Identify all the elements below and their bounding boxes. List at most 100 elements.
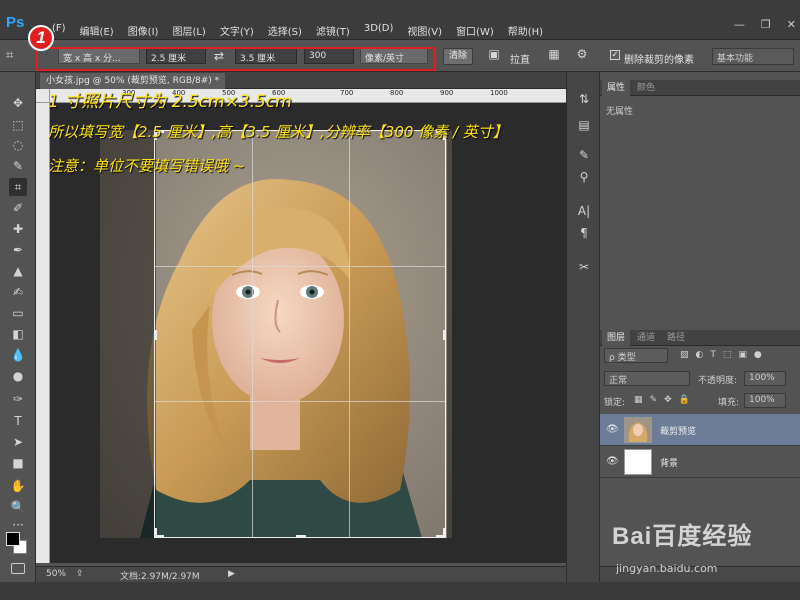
path-select-icon[interactable]: ➤ bbox=[9, 433, 27, 451]
shape-tool-icon[interactable]: ■ bbox=[9, 454, 27, 472]
visibility-eye-icon[interactable]: 👁 bbox=[606, 456, 619, 467]
brush-panel-icon[interactable]: ✎ bbox=[575, 146, 593, 164]
no-properties-text: 无属性 bbox=[606, 107, 634, 117]
layer-thumbnail bbox=[624, 417, 652, 443]
eraser-tool-icon[interactable]: ▭ bbox=[9, 304, 27, 322]
type-tool-icon[interactable]: T bbox=[9, 412, 27, 430]
clone-source-icon[interactable]: ⚲ bbox=[575, 168, 593, 186]
watermark-brand: Bai百度经验 bbox=[612, 523, 753, 550]
lock-paint-icon[interactable]: ✎ bbox=[650, 395, 658, 405]
fill-input[interactable]: 100% bbox=[744, 393, 786, 408]
filter-smart-icon[interactable]: ▣ bbox=[738, 350, 747, 360]
brush-tool-icon[interactable]: ✒ bbox=[9, 241, 27, 259]
filter-shape-icon[interactable]: ⬚ bbox=[723, 350, 732, 360]
panel-icon-dock: ⇅ ▤ ✎ ⚲ A| ¶ ✂ bbox=[566, 72, 600, 582]
menu-help[interactable]: 帮助(H) bbox=[508, 23, 543, 38]
restore-icon[interactable]: ❐ bbox=[761, 18, 771, 31]
taskbar-strip bbox=[0, 582, 800, 600]
crop-frame[interactable] bbox=[154, 130, 446, 538]
stamp-tool-icon[interactable]: ▲ bbox=[9, 262, 27, 280]
lock-transparent-icon[interactable]: ▦ bbox=[634, 395, 643, 405]
marquee-tool-icon[interactable]: ⬚ bbox=[9, 116, 27, 134]
hand-tool-icon[interactable]: ✋ bbox=[9, 477, 27, 495]
menu-select[interactable]: 选择(S) bbox=[268, 23, 302, 38]
zoom-level[interactable]: 50% bbox=[46, 569, 66, 579]
filter-pixel-icon[interactable]: ▨ bbox=[680, 350, 689, 360]
crop-handle-right[interactable] bbox=[443, 330, 446, 340]
history-brush-icon[interactable]: ✍ bbox=[9, 283, 27, 301]
tab-channels[interactable]: 通道 bbox=[632, 330, 660, 346]
lock-all-icon[interactable]: 🔒 bbox=[679, 395, 690, 405]
filter-adjust-icon[interactable]: ◐ bbox=[696, 350, 704, 360]
menu-3d[interactable]: 3D(D) bbox=[364, 23, 394, 38]
pen-tool-icon[interactable]: ✑ bbox=[9, 390, 27, 408]
share-icon[interactable]: ⇪ bbox=[76, 569, 84, 579]
filter-toggle-icon[interactable]: ● bbox=[754, 350, 762, 360]
overlay-grid-icon[interactable]: ▦ bbox=[546, 47, 562, 63]
menu-view[interactable]: 视图(V) bbox=[407, 23, 442, 38]
layer-name[interactable]: 裁剪预览 bbox=[660, 424, 696, 437]
menu-layer[interactable]: 图层(L) bbox=[172, 23, 205, 38]
lasso-tool-icon[interactable]: ◌ bbox=[9, 136, 27, 154]
workspace-select[interactable]: 基本功能 bbox=[712, 48, 794, 65]
ruler-tick: 700 bbox=[340, 89, 354, 97]
ruler-tick: 900 bbox=[440, 89, 454, 97]
dodge-tool-icon[interactable]: ● bbox=[9, 367, 27, 385]
tab-paths[interactable]: 路径 bbox=[662, 330, 690, 346]
filter-type-icon[interactable]: T bbox=[710, 350, 716, 360]
layer-row-background[interactable]: 👁 背景 bbox=[600, 446, 800, 478]
character-panel-icon[interactable]: A| bbox=[575, 202, 593, 220]
zoom-tool-icon[interactable]: 🔍 bbox=[9, 498, 27, 516]
portrait-thumbnail bbox=[625, 418, 651, 442]
menu-window[interactable]: 窗口(W) bbox=[456, 23, 494, 38]
blend-mode-select[interactable]: 正常 bbox=[604, 371, 690, 386]
lock-move-icon[interactable]: ✥ bbox=[664, 395, 672, 405]
clear-button[interactable]: 清除 bbox=[443, 48, 473, 65]
menu-filter[interactable]: 滤镜(T) bbox=[316, 23, 350, 38]
quick-select-tool-icon[interactable]: ✎ bbox=[9, 157, 27, 175]
menu-file[interactable]: (F) bbox=[52, 23, 66, 38]
foreground-color-swatch[interactable] bbox=[6, 532, 20, 546]
layers-tabs: 图层 通道 路径 bbox=[600, 330, 800, 346]
status-bar: 50% ⇪ 文档:2.97M/2.97M ▶ bbox=[36, 566, 566, 582]
crop-handle-bl-v[interactable] bbox=[154, 528, 157, 538]
quick-mask-icon[interactable] bbox=[11, 563, 25, 574]
menu-edit[interactable]: 编辑(E) bbox=[80, 23, 114, 38]
tool-presets-icon[interactable]: ✂ bbox=[575, 258, 593, 276]
history-panel-icon[interactable]: ⇅ bbox=[575, 90, 593, 108]
straighten-icon[interactable]: ▣ bbox=[486, 47, 502, 63]
close-icon[interactable]: ✕ bbox=[787, 18, 796, 31]
tab-layers[interactable]: 图层 bbox=[602, 330, 631, 346]
straighten-label[interactable]: 拉直 bbox=[510, 51, 530, 66]
settings-gear-icon[interactable]: ⚙ bbox=[574, 47, 590, 63]
crop-handle-left[interactable] bbox=[154, 330, 157, 340]
layer-name[interactable]: 背景 bbox=[660, 456, 678, 469]
blur-tool-icon[interactable]: 💧 bbox=[9, 346, 27, 364]
delete-cropped-checkbox[interactable]: ✓ bbox=[610, 50, 620, 60]
move-tool-icon[interactable]: ✥ bbox=[9, 94, 27, 112]
layer-row-crop-preview[interactable]: 👁 裁剪预览 bbox=[600, 414, 800, 446]
layer-filter-select[interactable]: ρ 类型 bbox=[604, 348, 668, 363]
crop-shield-left bbox=[100, 130, 156, 538]
crop-tool-icon[interactable]: ⌗ bbox=[9, 178, 27, 196]
opacity-input[interactable]: 100% bbox=[744, 371, 786, 386]
crop-handle-bottom[interactable] bbox=[296, 535, 306, 538]
actions-panel-icon[interactable]: ▤ bbox=[575, 116, 593, 134]
paragraph-panel-icon[interactable]: ¶ bbox=[575, 224, 593, 242]
gradient-tool-icon[interactable]: ◧ bbox=[9, 325, 27, 343]
delete-cropped-label: 删除裁剪的像素 bbox=[624, 55, 694, 66]
visibility-eye-icon[interactable]: 👁 bbox=[606, 424, 619, 435]
eyedropper-tool-icon[interactable]: ✐ bbox=[9, 199, 27, 217]
tab-properties[interactable]: 属性 bbox=[602, 80, 631, 96]
healing-tool-icon[interactable]: ✚ bbox=[9, 220, 27, 238]
minimize-icon[interactable]: — bbox=[734, 18, 745, 31]
properties-tabs: 属性 颜色 bbox=[600, 80, 800, 96]
crop-preset-icon[interactable]: ⌗ bbox=[6, 48, 22, 64]
tab-color[interactable]: 颜色 bbox=[632, 80, 660, 96]
annotation-line-3: 注意：单位不要填写错误哦 ~ bbox=[48, 157, 246, 175]
menu-type[interactable]: 文字(Y) bbox=[220, 23, 254, 38]
annotation-line-1: 1 寸照片尺寸为 2.5cm×3.5cm bbox=[48, 92, 292, 112]
status-menu-arrow-icon[interactable]: ▶ bbox=[228, 569, 235, 579]
menu-image[interactable]: 图像(I) bbox=[128, 23, 159, 38]
crop-handle-br-v[interactable] bbox=[443, 528, 446, 538]
